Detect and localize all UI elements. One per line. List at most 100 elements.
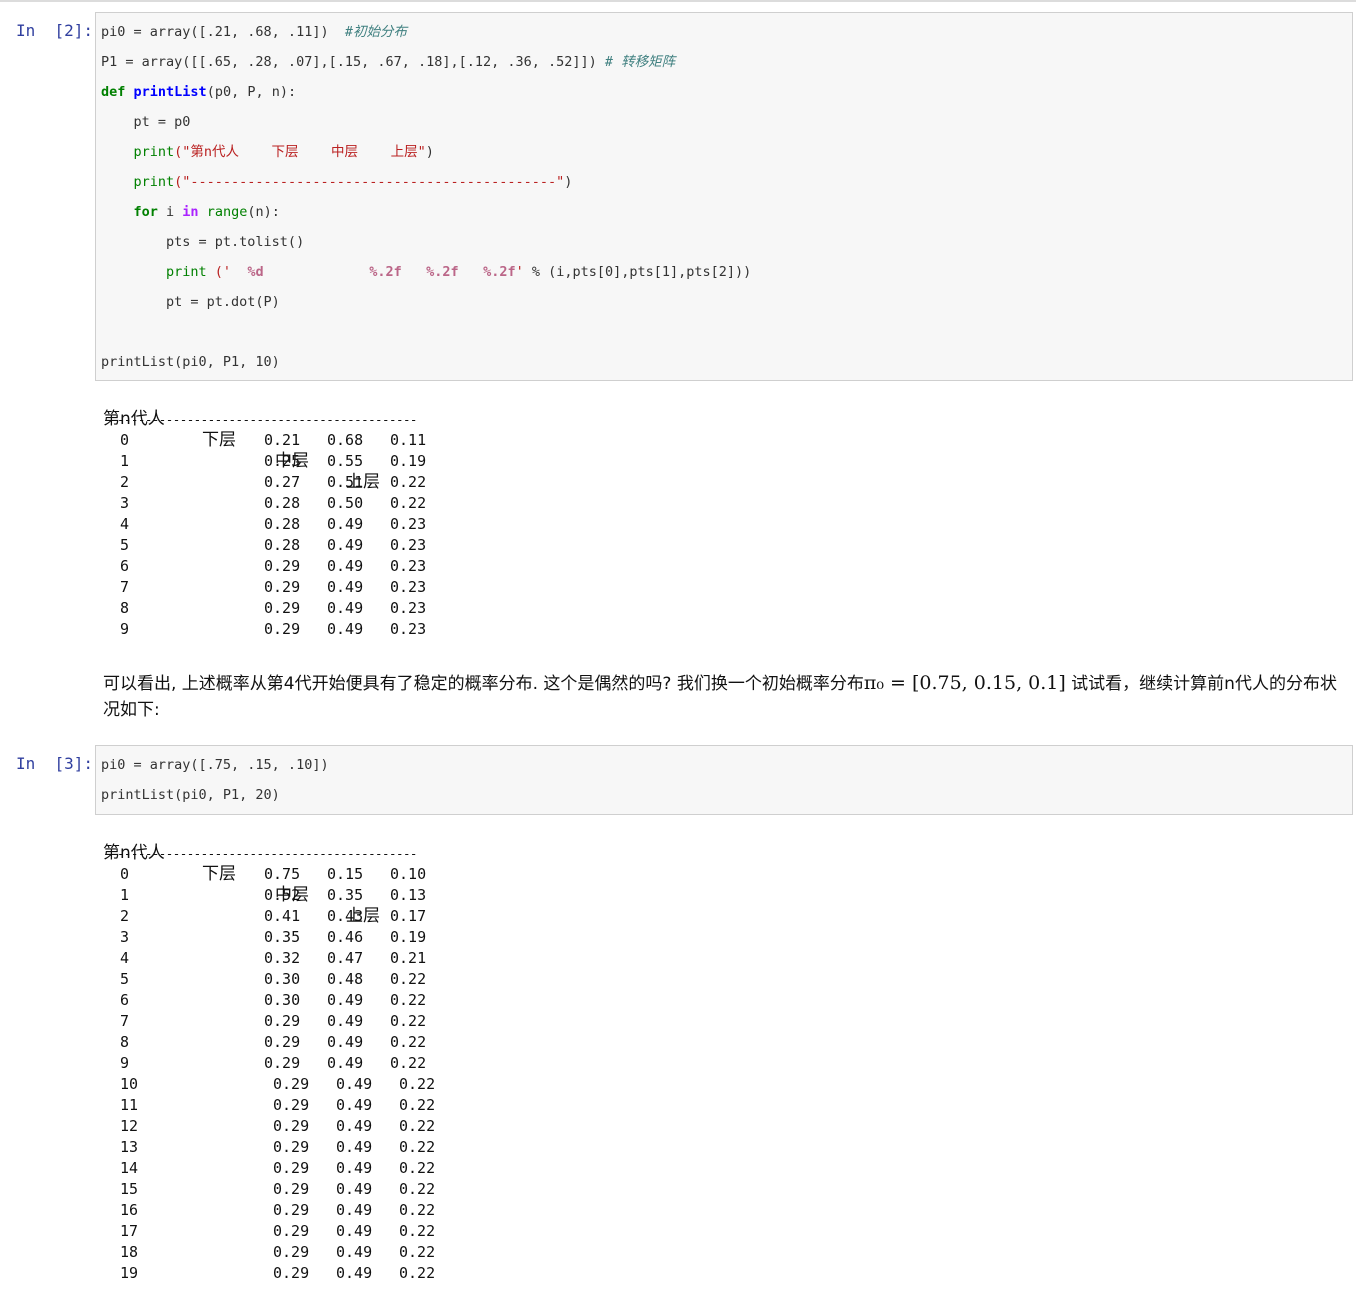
probability-cell: 0.15 [327, 865, 364, 883]
probability-cell: 0.29 [264, 599, 301, 617]
probability-cell: 0.25 [264, 452, 301, 470]
generation-cell: 9 [120, 620, 130, 638]
output-row: 0 0.21 0.68 0.11 [103, 430, 463, 451]
code-line: pts = pt.tolist() [101, 234, 305, 250]
probability-cell: 0.22 [399, 1180, 436, 1198]
probability-cell: 0.22 [399, 1138, 436, 1156]
probability-cell: 0.49 [327, 557, 364, 575]
generation-cell: 15 [120, 1180, 139, 1198]
probability-cell: 0.68 [327, 431, 364, 449]
probability-cell: 0.49 [327, 1012, 364, 1030]
output-row: 0 0.75 0.15 0.10 [103, 864, 463, 885]
output-row: 5 0.30 0.48 0.22 [103, 969, 463, 990]
probability-cell: 0.22 [399, 1222, 436, 1240]
probability-cell: 0.29 [264, 1033, 301, 1051]
probability-cell: 0.22 [399, 1201, 436, 1219]
probability-cell: 0.51 [327, 473, 364, 491]
code-line: pi0 = array([.75, .15, .10]) [101, 757, 329, 773]
probability-cell: 0.49 [327, 515, 364, 533]
probability-cell: 0.75 [264, 865, 301, 883]
probability-cell: 0.22 [390, 1033, 427, 1051]
generation-cell: 2 [120, 473, 130, 491]
generation-cell: 14 [120, 1159, 139, 1177]
output-row: 7 0.29 0.49 0.22 [103, 1011, 463, 1032]
generation-cell: 1 [120, 886, 130, 904]
probability-cell: 0.32 [264, 949, 301, 967]
probability-cell: 0.55 [327, 452, 364, 470]
cell-2-output-header: 第n代人 下层 中层 上层 [103, 843, 380, 926]
probability-cell: 0.23 [390, 557, 427, 575]
probability-cell: 0.29 [273, 1159, 310, 1177]
probability-cell: 0.52 [264, 886, 301, 904]
generation-cell: 19 [120, 1264, 139, 1282]
code-line: print (' %d %.2f %.2f %.2f' % (i,pts[0],… [166, 264, 752, 280]
cell-2-code-editor[interactable]: pi0 = array([.75, .15, .10]) printList(p… [95, 745, 1353, 815]
generation-cell: 4 [120, 949, 130, 967]
probability-cell: 0.49 [336, 1243, 373, 1261]
output-row: 15 0.29 0.49 0.22 [103, 1179, 463, 1200]
probability-cell: 0.30 [264, 970, 301, 988]
probability-cell: 0.29 [264, 1054, 301, 1072]
probability-cell: 0.49 [336, 1222, 373, 1240]
probability-cell: 0.29 [273, 1117, 310, 1135]
probability-cell: 0.22 [399, 1159, 436, 1177]
probability-cell: 0.49 [336, 1201, 373, 1219]
probability-cell: 0.22 [399, 1096, 436, 1114]
probability-cell: 0.19 [390, 452, 427, 470]
probability-cell: 0.11 [390, 431, 427, 449]
probability-cell: 0.29 [273, 1138, 310, 1156]
cell-1-output-divider: ----------------------------------------… [103, 412, 417, 427]
probability-cell: 0.49 [336, 1138, 373, 1156]
probability-cell: 0.49 [327, 1033, 364, 1051]
probability-cell: 0.29 [273, 1264, 310, 1282]
output-row: 13 0.29 0.49 0.22 [103, 1137, 463, 1158]
cell-1-code-editor[interactable]: pi0 = array([.21, .68, .11]) #初始分布 P1 = … [95, 12, 1353, 381]
probability-cell: 0.22 [399, 1075, 436, 1093]
probability-cell: 0.46 [327, 928, 364, 946]
cell-2-prompt: In [3]: [16, 754, 94, 773]
output-row: 17 0.29 0.49 0.22 [103, 1221, 463, 1242]
code-line: pi0 = array([.21, .68, .11]) #初始分布 [101, 24, 407, 40]
generation-cell: 6 [120, 557, 130, 575]
output-row: 1 0.52 0.35 0.13 [103, 885, 463, 906]
probability-cell: 0.29 [273, 1180, 310, 1198]
generation-cell: 7 [120, 1012, 130, 1030]
generation-cell: 7 [120, 578, 130, 596]
generation-cell: 6 [120, 991, 130, 1009]
probability-cell: 0.29 [264, 1012, 301, 1030]
probability-cell: 0.22 [390, 473, 427, 491]
output-row: 4 0.32 0.47 0.21 [103, 948, 463, 969]
code-line: printList(pi0, P1, 10) [101, 354, 280, 370]
probability-cell: 0.13 [390, 886, 427, 904]
probability-cell: 0.49 [336, 1264, 373, 1282]
code-line: printList(pi0, P1, 20) [101, 787, 280, 803]
math-expression: π₀ = [0.75, 0.15, 0.1] [863, 672, 1066, 694]
code-line: print("---------------------------------… [133, 174, 573, 190]
probability-cell: 0.17 [390, 907, 427, 925]
probability-cell: 0.49 [327, 536, 364, 554]
probability-cell: 0.49 [336, 1159, 373, 1177]
output-row: 7 0.29 0.49 0.23 [103, 577, 463, 598]
probability-cell: 0.22 [399, 1264, 436, 1282]
probability-cell: 0.49 [327, 620, 364, 638]
output-row: 4 0.28 0.49 0.23 [103, 514, 463, 535]
probability-cell: 0.29 [273, 1243, 310, 1261]
generation-cell: 0 [120, 431, 130, 449]
generation-cell: 3 [120, 494, 130, 512]
generation-cell: 2 [120, 907, 130, 925]
probability-cell: 0.22 [399, 1117, 436, 1135]
probability-cell: 0.28 [264, 515, 301, 533]
probability-cell: 0.21 [390, 949, 427, 967]
probability-cell: 0.29 [264, 620, 301, 638]
output-row: 3 0.35 0.46 0.19 [103, 927, 463, 948]
output-row: 9 0.29 0.49 0.22 [103, 1053, 463, 1074]
cell-1-prompt: In [2]: [16, 21, 94, 40]
probability-cell: 0.23 [390, 515, 427, 533]
probability-cell: 0.49 [336, 1180, 373, 1198]
output-row: 6 0.29 0.49 0.23 [103, 556, 463, 577]
probability-cell: 0.49 [327, 1054, 364, 1072]
output-row: 11 0.29 0.49 0.22 [103, 1095, 463, 1116]
probability-cell: 0.28 [264, 536, 301, 554]
probability-cell: 0.29 [273, 1075, 310, 1093]
output-row: 1 0.25 0.55 0.19 [103, 451, 463, 472]
